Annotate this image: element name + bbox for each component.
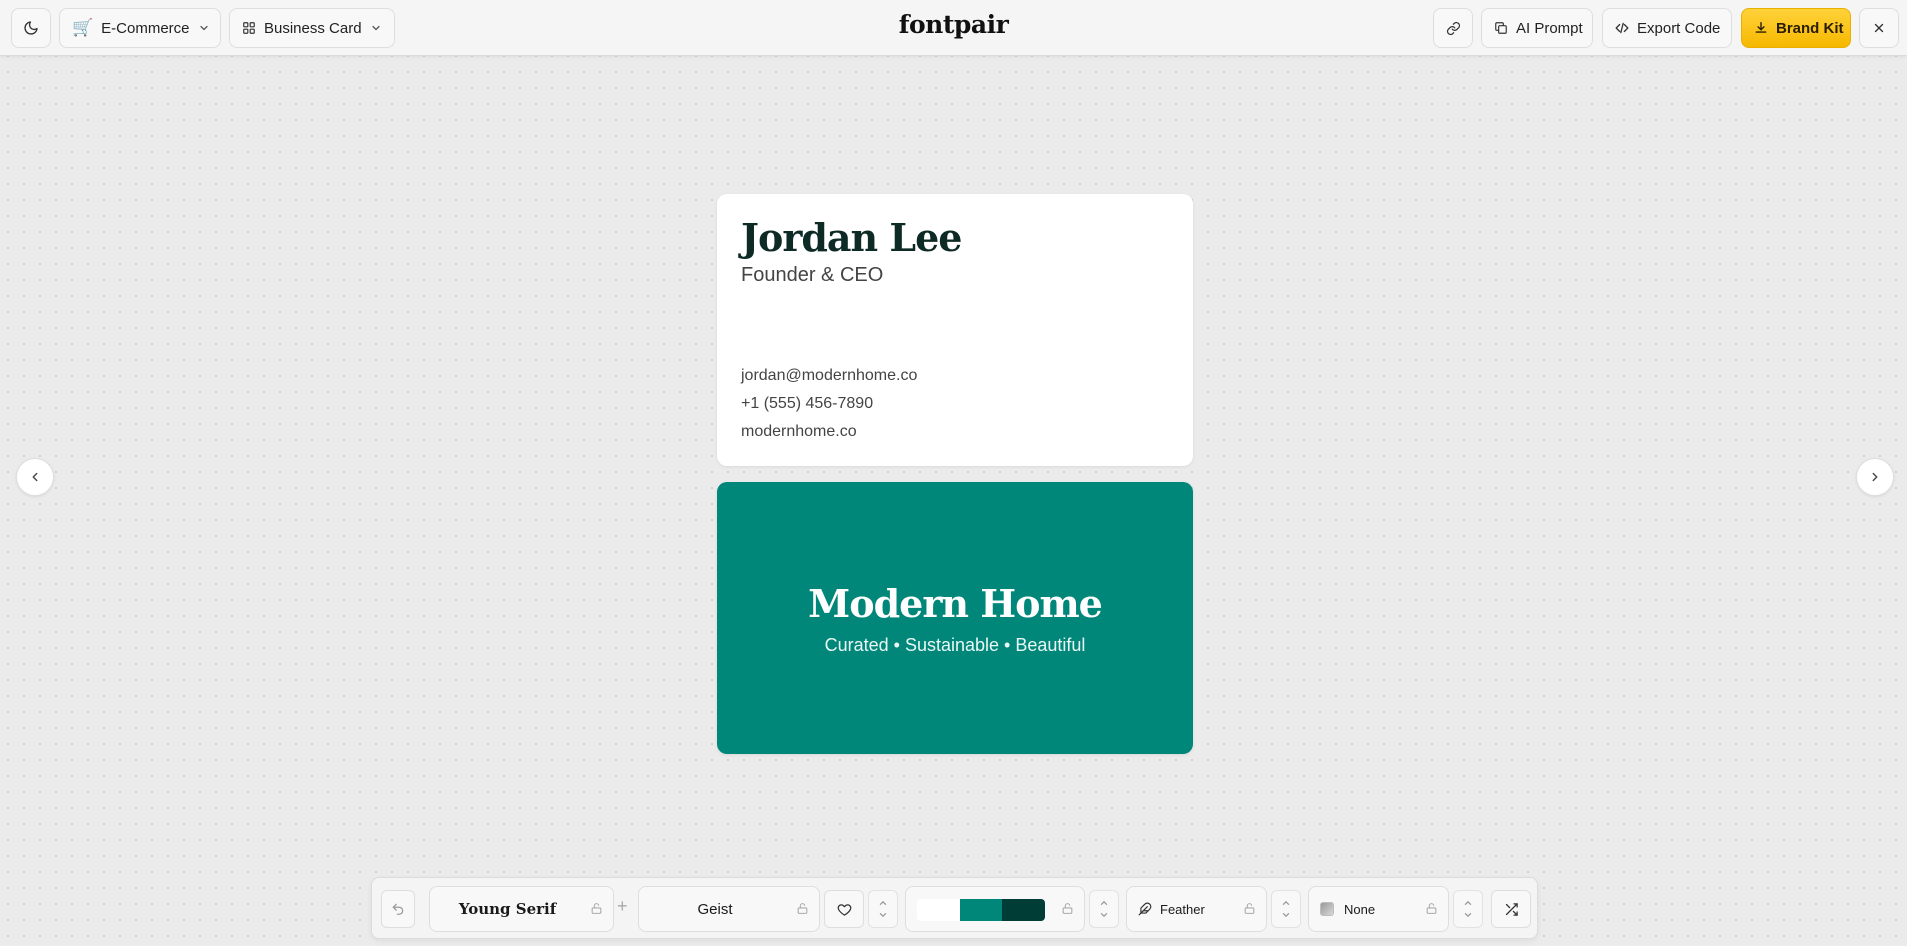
chevron-down-icon bbox=[1464, 912, 1472, 918]
effect-label: None bbox=[1344, 901, 1376, 917]
palette-swatch bbox=[959, 899, 1003, 921]
effect-swatch-icon bbox=[1320, 902, 1334, 916]
icon-style-stepper[interactable] bbox=[1271, 890, 1301, 928]
chevron-up-icon bbox=[1464, 900, 1472, 906]
card-email: jordan@modernhome.co bbox=[741, 367, 918, 384]
shuffle-icon bbox=[1505, 902, 1518, 916]
lock-icon[interactable] bbox=[1061, 902, 1074, 915]
shuffle-button[interactable] bbox=[1491, 890, 1531, 928]
plus-icon: + bbox=[617, 896, 628, 916]
download-icon bbox=[1755, 22, 1767, 33]
close-button[interactable] bbox=[1859, 8, 1899, 48]
chevron-up-icon bbox=[879, 900, 887, 906]
lock-icon[interactable] bbox=[796, 902, 809, 915]
grid-icon bbox=[243, 22, 255, 34]
heart-icon bbox=[837, 903, 851, 916]
icon-style-selector[interactable]: Feather bbox=[1126, 886, 1267, 932]
category-dropdown[interactable]: 🛒 E-Commerce bbox=[59, 8, 221, 48]
cart-icon: 🛒 bbox=[72, 18, 94, 37]
card-company: Modern Home bbox=[808, 580, 1103, 626]
undo-button[interactable] bbox=[381, 890, 415, 928]
business-card-back: Modern Home Curated • Sustainable • Beau… bbox=[717, 482, 1193, 754]
template-label: Business Card bbox=[264, 19, 362, 37]
card-phone: +1 (555) 456-7890 bbox=[741, 395, 874, 412]
icon-style-label: Feather bbox=[1160, 901, 1205, 917]
business-card-front: Jordan Lee Founder & CEO jordan@modernho… bbox=[717, 194, 1193, 466]
brand-kit-label: Brand Kit bbox=[1776, 19, 1844, 37]
top-bar: 🛒 E-Commerce Business Card fontpair AI P… bbox=[0, 0, 1907, 56]
chevron-down-icon bbox=[199, 25, 208, 31]
link-icon bbox=[1446, 21, 1460, 35]
share-link-button[interactable] bbox=[1433, 8, 1473, 48]
card-name: Jordan Lee bbox=[741, 215, 962, 260]
export-code-button[interactable]: Export Code bbox=[1602, 8, 1732, 48]
effect-stepper[interactable] bbox=[1453, 890, 1483, 928]
next-button[interactable] bbox=[1856, 458, 1894, 496]
copy-icon bbox=[1495, 22, 1507, 34]
code-icon bbox=[1615, 22, 1629, 34]
category-label: E-Commerce bbox=[101, 19, 190, 37]
card-tagline: Curated • Sustainable • Beautiful bbox=[824, 634, 1086, 655]
chevron-down-icon bbox=[1282, 912, 1290, 918]
chevron-up-icon bbox=[1100, 900, 1108, 906]
heading-font-name: Young Serif bbox=[458, 900, 557, 918]
chevron-left-icon bbox=[32, 472, 38, 482]
chevron-down-icon bbox=[372, 25, 380, 31]
feather-icon bbox=[1138, 902, 1152, 916]
favorite-button[interactable] bbox=[824, 890, 864, 928]
bottom-toolbar: Young Serif + Geist Feather None bbox=[371, 877, 1538, 939]
body-font-selector[interactable]: Geist bbox=[638, 886, 820, 932]
lock-icon[interactable] bbox=[1243, 902, 1256, 915]
ai-prompt-label: AI Prompt bbox=[1516, 19, 1583, 37]
color-palette-selector[interactable] bbox=[905, 886, 1085, 932]
lock-icon[interactable] bbox=[1425, 902, 1438, 915]
chevron-right-icon bbox=[1872, 472, 1878, 482]
moon-icon bbox=[24, 21, 38, 35]
body-font-name: Geist bbox=[697, 900, 733, 918]
chevron-up-icon bbox=[1282, 900, 1290, 906]
brand-kit-button[interactable]: Brand Kit bbox=[1741, 8, 1851, 48]
card-title: Founder & CEO bbox=[741, 264, 884, 286]
undo-icon bbox=[392, 903, 404, 915]
ai-prompt-button[interactable]: AI Prompt bbox=[1481, 8, 1593, 48]
card-website: modernhome.co bbox=[741, 423, 857, 440]
font-pair-stepper[interactable] bbox=[868, 890, 898, 928]
palette-swatch bbox=[917, 899, 960, 921]
chevron-down-icon bbox=[879, 912, 887, 918]
close-icon bbox=[1874, 23, 1884, 33]
template-dropdown[interactable]: Business Card bbox=[229, 8, 395, 48]
heading-font-selector[interactable]: Young Serif bbox=[429, 886, 614, 932]
previous-button[interactable] bbox=[16, 458, 54, 496]
effect-selector[interactable]: None bbox=[1308, 886, 1449, 932]
logo[interactable]: fontpair bbox=[899, 10, 1009, 39]
lock-icon[interactable] bbox=[590, 902, 603, 915]
card-contacts: jordan@modernhome.co +1 (555) 456-7890 m… bbox=[741, 362, 917, 446]
chevron-down-icon bbox=[1100, 912, 1108, 918]
theme-toggle-button[interactable] bbox=[11, 8, 51, 48]
palette-stepper[interactable] bbox=[1089, 890, 1119, 928]
palette-swatches bbox=[917, 899, 1045, 921]
palette-swatch bbox=[1002, 899, 1045, 921]
export-code-label: Export Code bbox=[1637, 19, 1721, 37]
